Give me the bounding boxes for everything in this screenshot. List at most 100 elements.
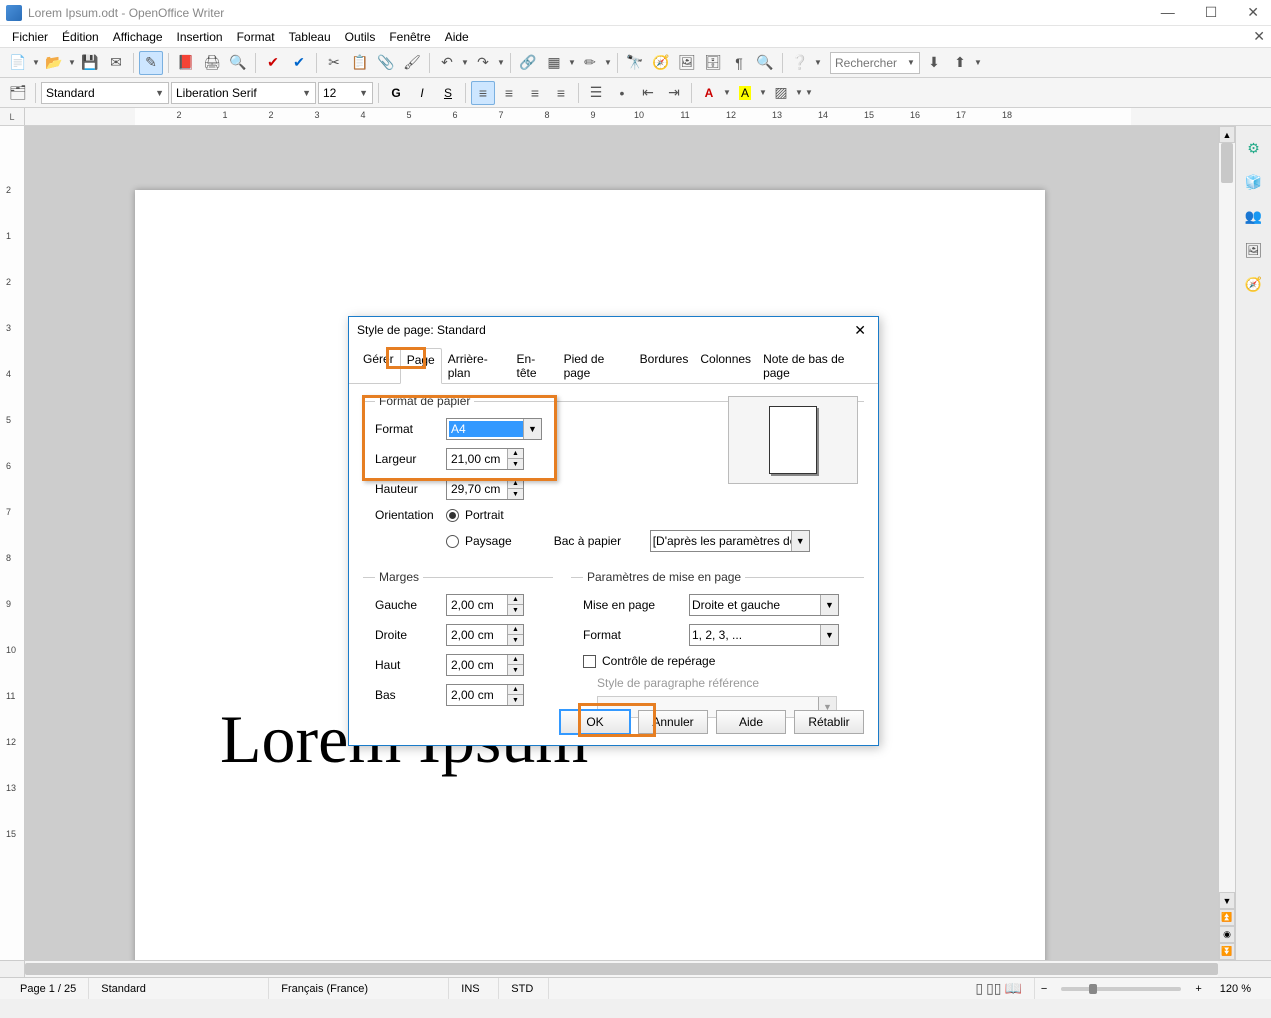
menu-tableau[interactable]: Tableau [283, 28, 337, 46]
hyperlink-icon[interactable]: 🔗 [516, 51, 540, 75]
draw-icon[interactable]: ✏ [578, 51, 602, 75]
help-button[interactable]: Aide [716, 710, 786, 734]
spin-down-icon[interactable]: ▼ [508, 635, 523, 645]
spin-up-icon[interactable]: ▲ [508, 625, 523, 635]
cancel-button[interactable]: Annuler [638, 710, 708, 734]
portrait-radio[interactable]: Portrait [446, 508, 504, 522]
menu-insertion[interactable]: Insertion [171, 28, 229, 46]
spin-down-icon[interactable]: ▼ [508, 489, 523, 499]
spin-down-icon[interactable]: ▼ [508, 459, 523, 469]
scroll-down-button[interactable]: ▼ [1219, 892, 1235, 909]
tab-bordures[interactable]: Bordures [634, 348, 695, 384]
status-style[interactable]: Standard [89, 978, 269, 999]
redo-icon[interactable]: ↷ [471, 51, 495, 75]
styles-window-icon[interactable]: 🗂 [6, 81, 30, 105]
paper-height-spinner[interactable]: 29,70 cm ▲▼ [446, 478, 524, 500]
menu-outils[interactable]: Outils [339, 28, 382, 46]
underline-icon[interactable]: S [436, 81, 460, 105]
indent-icon[interactable]: ⇥ [662, 81, 686, 105]
align-left-icon[interactable]: ≡ [471, 81, 495, 105]
number-format-combo[interactable]: 1, 2, 3, ...▼ [689, 624, 839, 646]
nonprinting-icon[interactable]: ¶ [727, 51, 751, 75]
status-zoom[interactable]: 120 % [1208, 978, 1263, 999]
undo-dropdown[interactable]: ▼ [461, 58, 469, 67]
sidebar-styles-icon[interactable]: 🧊 [1242, 170, 1266, 194]
print-preview-icon[interactable]: 🔍 [226, 51, 250, 75]
reset-button[interactable]: Rétablir [794, 710, 864, 734]
open-icon[interactable]: 📂 [42, 51, 66, 75]
scroll-track[interactable] [1219, 143, 1235, 892]
open-dropdown[interactable]: ▼ [68, 58, 76, 67]
hscroll-track[interactable] [25, 961, 1218, 977]
paper-tray-combo[interactable]: [D'après les paramètres de l'imprimante]… [650, 530, 810, 552]
datasource-icon[interactable]: 🗄 [701, 51, 725, 75]
tab-colonnes[interactable]: Colonnes [694, 348, 757, 384]
chevron-down-icon[interactable]: ▼ [523, 419, 541, 439]
close-window-button[interactable]: ✕ [1241, 2, 1265, 23]
highlight-dropdown[interactable]: ▼ [759, 88, 767, 97]
view-multi-icon[interactable]: ▯▯ [986, 980, 1001, 997]
outdent-icon[interactable]: ⇤ [636, 81, 660, 105]
new-doc-dropdown[interactable]: ▼ [32, 58, 40, 67]
fmt-toolbar-overflow[interactable]: ▼ [805, 88, 813, 97]
bold-icon[interactable]: G [384, 81, 408, 105]
search-input[interactable] [835, 56, 905, 70]
next-page-button[interactable]: ⏬ [1219, 943, 1235, 960]
spin-down-icon[interactable]: ▼ [508, 605, 523, 615]
spin-up-icon[interactable]: ▲ [508, 685, 523, 695]
zoom-out-button[interactable]: − [1035, 983, 1053, 995]
paper-width-spinner[interactable]: 21,00 cm ▲▼ [446, 448, 524, 470]
margin-right-spinner[interactable]: 2,00 cm▲▼ [446, 624, 524, 646]
zoom-slider[interactable] [1061, 987, 1181, 991]
font-size-select[interactable]: 12▼ [318, 82, 373, 104]
numbered-list-icon[interactable]: ☰ [584, 81, 608, 105]
gallery-icon[interactable]: 🖼 [675, 51, 699, 75]
ok-button[interactable]: OK [560, 710, 630, 734]
vertical-scrollbar[interactable]: ▲ ▼ ⏫ ◉ ⏬ [1218, 126, 1235, 960]
toolbar-overflow-dropdown[interactable]: ▼ [974, 58, 982, 67]
spellcheck-icon[interactable]: ✔ [261, 51, 285, 75]
tab-en-tete[interactable]: En-tête [511, 348, 558, 384]
redo-dropdown[interactable]: ▼ [497, 58, 505, 67]
navigator-icon[interactable]: 🧭 [649, 51, 673, 75]
email-icon[interactable]: ✉ [104, 51, 128, 75]
menu-fenetre[interactable]: Fenêtre [383, 28, 436, 46]
font-color-icon[interactable]: A [697, 81, 721, 105]
search-dropdown[interactable]: ▼ [907, 58, 915, 67]
autospell-icon[interactable]: ✔ [287, 51, 311, 75]
status-lang[interactable]: Français (France) [269, 978, 449, 999]
align-justify-icon[interactable]: ≡ [549, 81, 573, 105]
font-color-dropdown[interactable]: ▼ [723, 88, 731, 97]
margin-top-spinner[interactable]: 2,00 cm▲▼ [446, 654, 524, 676]
zoom-in-button[interactable]: + [1189, 983, 1207, 995]
status-std[interactable]: STD [499, 978, 549, 999]
find-next-icon[interactable]: ⬆ [948, 51, 972, 75]
tab-arriere-plan[interactable]: Arrière-plan [442, 348, 511, 384]
paragraph-style-select[interactable]: Standard▼ [41, 82, 169, 104]
view-single-icon[interactable]: ▯ [975, 980, 983, 997]
prev-page-button[interactable]: ⏫ [1219, 909, 1235, 926]
tab-page[interactable]: Page [400, 348, 442, 384]
sidebar-navigator-icon[interactable]: 🖼 [1242, 238, 1266, 262]
bullet-list-icon[interactable]: • [610, 81, 634, 105]
chevron-down-icon[interactable]: ▼ [820, 595, 838, 615]
status-page[interactable]: Page 1 / 25 [8, 978, 89, 999]
hscroll-thumb[interactable] [25, 963, 1218, 975]
bg-color-icon[interactable]: ▨ [769, 81, 793, 105]
minimize-button[interactable]: — [1155, 2, 1181, 23]
margin-bottom-spinner[interactable]: 2,00 cm▲▼ [446, 684, 524, 706]
vertical-ruler[interactable]: 2 1 2 3 4 5 6 7 8 9 10 11 12 13 15 [0, 126, 25, 960]
italic-icon[interactable]: I [410, 81, 434, 105]
dialog-close-button[interactable]: ✕ [850, 320, 870, 341]
copy-icon[interactable]: 📋 [348, 51, 372, 75]
spin-up-icon[interactable]: ▲ [508, 655, 523, 665]
draw-dropdown[interactable]: ▼ [604, 58, 612, 67]
horizontal-ruler[interactable]: 2 1 2 3 4 5 6 7 8 9 10 11 12 13 14 15 16… [135, 108, 1131, 125]
landscape-radio[interactable]: Paysage [446, 534, 512, 548]
register-true-checkbox[interactable]: Contrôle de repérage [583, 654, 715, 668]
export-pdf-icon[interactable]: 📕 [174, 51, 198, 75]
find-icon[interactable]: 🔭 [623, 51, 647, 75]
undo-icon[interactable]: ↶ [435, 51, 459, 75]
dialog-title-bar[interactable]: Style de page: Standard ✕ [349, 317, 878, 343]
scroll-thumb[interactable] [1221, 143, 1233, 183]
